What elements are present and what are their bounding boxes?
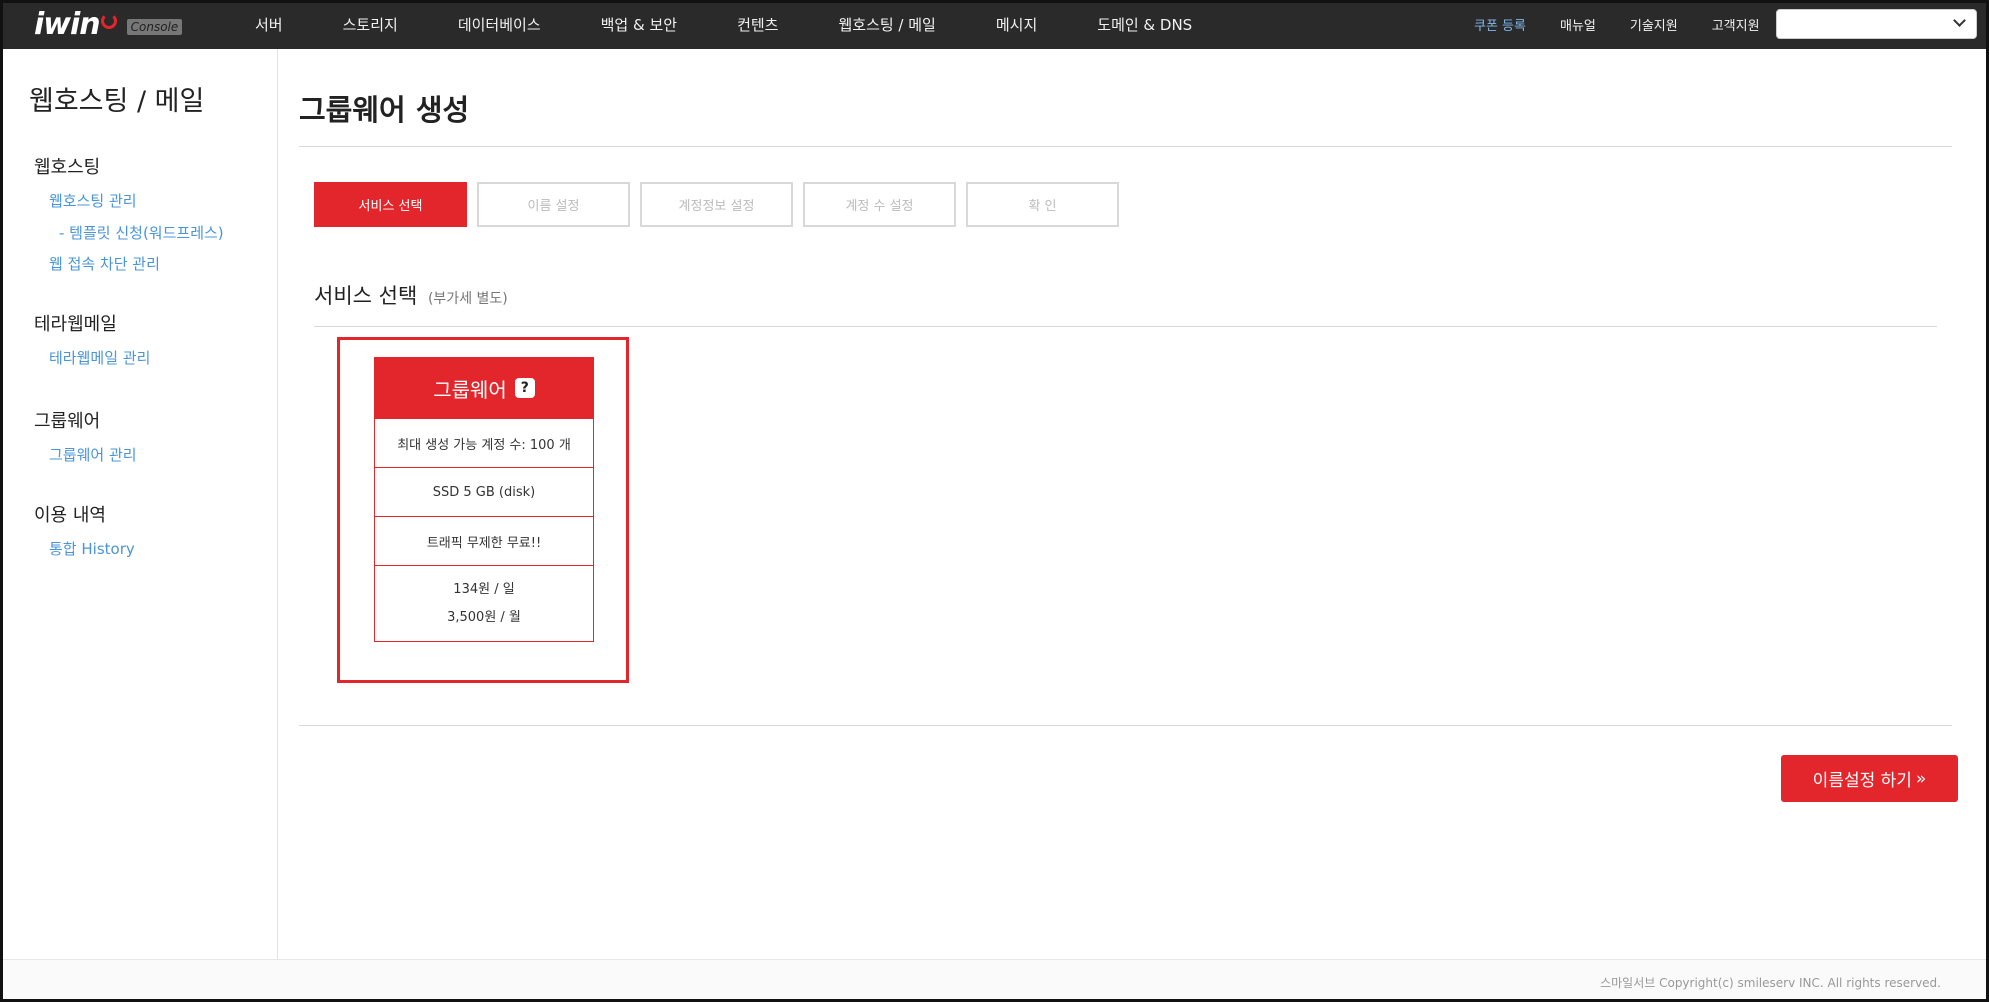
page-title: 그룹웨어 생성 xyxy=(299,93,470,127)
next-name-setting-button[interactable]: 이름설정 하기 » xyxy=(1781,755,1958,802)
vat-note: (부가세 별도) xyxy=(427,291,508,307)
nav-item-backup-security[interactable]: 백업 & 보안 xyxy=(601,14,677,35)
help-icon[interactable]: ? xyxy=(514,378,535,398)
step-service-select[interactable]: 서비스 선택 xyxy=(314,182,467,227)
console-tag: Console xyxy=(126,19,183,35)
divider xyxy=(314,326,1937,327)
divider xyxy=(299,146,1952,147)
card-header[interactable]: 그룹웨어 ? xyxy=(375,358,593,418)
sidebar-group-groupware: 그룹웨어 xyxy=(34,407,100,433)
sidebar-item-groupware-manage[interactable]: 그룹웨어 관리 xyxy=(49,444,137,465)
chevron-down-icon xyxy=(1953,14,1966,27)
card-title: 그룹웨어 xyxy=(433,377,507,402)
card-row-traffic: 트래픽 무제한 무료!! xyxy=(375,516,593,565)
sidebar-group-head: 테라웹메일 xyxy=(34,314,117,335)
sidebar-group-head: 그룹웨어 xyxy=(34,411,101,432)
sidebar: 웹호스팅 / 메일 웹호스팅 웹호스팅 관리 - 템플릿 신청(워드프레스) 웹… xyxy=(0,49,278,959)
footer: 스마일서브 Copyright(c) smileserv INC. All ri… xyxy=(0,959,1989,1002)
nav-item-database[interactable]: 데이터베이스 xyxy=(458,14,541,35)
nav-item-server[interactable]: 서버 xyxy=(255,14,283,35)
sidebar-item-webhosting-manage[interactable]: 웹호스팅 관리 xyxy=(49,190,137,211)
groupware-plan-card[interactable]: 그룹웨어 ? 최대 생성 가능 계정 수: 100 개 SSD 5 GB (di… xyxy=(374,357,594,642)
double-chevron-right-icon: » xyxy=(1915,768,1927,789)
manual-link[interactable]: 매뉴얼 xyxy=(1560,15,1596,34)
section-title: 서비스 선택 (부가세 별도) xyxy=(314,280,508,310)
price-per-day: 134원 / 일 xyxy=(453,581,515,597)
smile-icon xyxy=(100,13,117,29)
sidebar-item-terawebmail-manage[interactable]: 테라웹메일 관리 xyxy=(49,347,150,368)
nav-item-storage[interactable]: 스토리지 xyxy=(343,14,398,35)
coupon-link[interactable]: 쿠폰 등록 xyxy=(1474,15,1526,34)
sidebar-group-terawebmail: 테라웹메일 xyxy=(34,310,117,336)
sidebar-item-web-block-manage[interactable]: 웹 접속 차단 관리 xyxy=(49,253,160,274)
sidebar-group-webhosting: 웹호스팅 xyxy=(34,153,100,179)
sidebar-item-template-request[interactable]: - 템플릿 신청(워드프레스) xyxy=(59,222,224,243)
main-nav: 서버 스토리지 데이터베이스 백업 & 보안 컨텐츠 웹호스팅 / 메일 메시지… xyxy=(255,0,1252,49)
logo-text: iwin xyxy=(34,6,101,42)
step-name-setting: 이름 설정 xyxy=(477,182,630,227)
sidebar-group-head: 웹호스팅 xyxy=(34,157,101,178)
wizard-steps: 서비스 선택 이름 설정 계정정보 설정 계정 수 설정 확 인 xyxy=(314,182,1129,227)
step-account-info-setting: 계정정보 설정 xyxy=(640,182,793,227)
card-price: 134원 / 일 3,500원 / 월 xyxy=(375,565,593,641)
tech-support-link[interactable]: 기술지원 xyxy=(1630,15,1678,34)
sidebar-item-history[interactable]: 통합 History xyxy=(49,538,135,559)
util-nav: 쿠폰 등록 매뉴얼 기술지원 고객지원 xyxy=(1474,0,1794,49)
price-per-month: 3,500원 / 월 xyxy=(447,609,521,625)
next-button-label: 이름설정 하기 xyxy=(1812,771,1912,791)
sidebar-group-head: 이용 내역 xyxy=(34,505,106,526)
step-account-count-setting: 계정 수 설정 xyxy=(803,182,956,227)
card-row-max-accounts: 최대 생성 가능 계정 수: 100 개 xyxy=(375,418,593,467)
section-title-text: 서비스 선택 xyxy=(314,284,418,308)
step-confirm: 확 인 xyxy=(966,182,1119,227)
card-row-storage: SSD 5 GB (disk) xyxy=(375,467,593,516)
nav-item-contents[interactable]: 컨텐츠 xyxy=(737,14,778,35)
sidebar-group-usage: 이용 내역 xyxy=(34,501,106,527)
account-select[interactable] xyxy=(1776,9,1977,39)
nav-item-webhosting-mail[interactable]: 웹호스팅 / 메일 xyxy=(838,14,935,35)
nav-item-domain-dns[interactable]: 도메인 & DNS xyxy=(1097,14,1192,35)
logo[interactable]: iwin Console xyxy=(34,6,183,42)
nav-item-message[interactable]: 메시지 xyxy=(996,14,1037,35)
sidebar-title: 웹호스팅 / 메일 xyxy=(29,86,205,117)
window-frame xyxy=(0,0,1989,1002)
copyright-text: 스마일서브 Copyright(c) smileserv INC. All ri… xyxy=(1600,976,1941,990)
divider xyxy=(299,725,1952,726)
customer-support-link[interactable]: 고객지원 xyxy=(1712,15,1760,34)
top-navbar: iwin Console 서버 스토리지 데이터베이스 백업 & 보안 컨텐츠 … xyxy=(0,0,1989,49)
